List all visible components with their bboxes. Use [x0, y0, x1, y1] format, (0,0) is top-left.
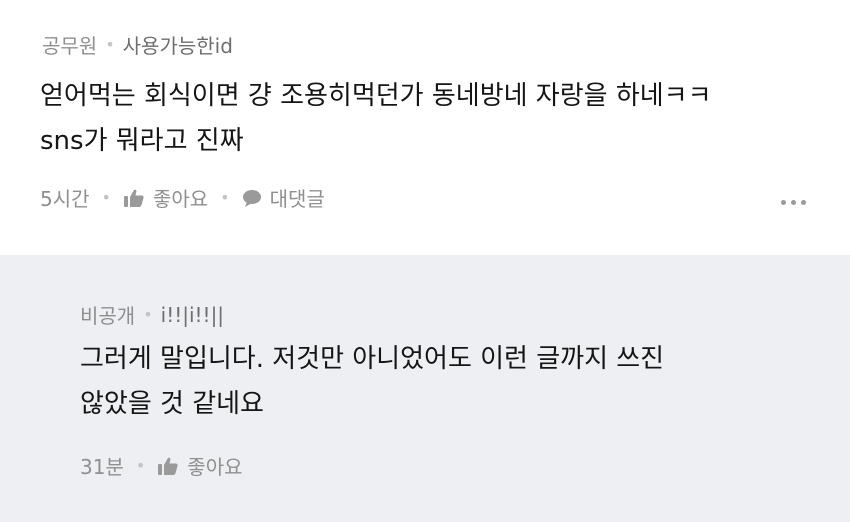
meta-separator: •: [105, 35, 115, 54]
dot: [781, 200, 786, 205]
like-button[interactable]: 좋아요: [123, 183, 208, 212]
comment-actions: 31분 • 좋아요: [80, 451, 243, 480]
reply-comment-item: 비공개 • i!!|i!!|| 그러게 말입니다. 저것만 아니었어도 이런 글…: [0, 255, 850, 522]
more-dots-icon[interactable]: [777, 196, 810, 209]
comment-body: 그러게 말입니다. 저것만 아니었어도 이런 글까지 쓰진 않았을 것 같네요: [80, 337, 664, 427]
meta-separator: •: [143, 305, 153, 324]
thumbs-up-icon: [157, 456, 179, 476]
meta-separator: •: [220, 188, 230, 207]
comment-meta: 공무원 • 사용가능한id: [42, 30, 233, 59]
comment-meta: 비공개 • i!!|i!!||: [80, 300, 224, 329]
comment-body: 얻어먹는 회식이면 걍 조용히먹던가 동네방네 자랑을 하네ㅋㅋ sns가 뭐라…: [40, 74, 712, 164]
author-name: 비공개: [80, 304, 136, 328]
like-label: 좋아요: [152, 187, 209, 211]
comment-line: 않았을 것 같네요: [80, 389, 264, 419]
thumbs-up-icon: [123, 188, 145, 208]
timestamp: 5시간: [40, 187, 90, 211]
comment-line: sns가 뭐라고 진짜: [40, 126, 244, 156]
dot: [801, 200, 806, 205]
speech-bubble-icon: [242, 189, 262, 207]
reply-button[interactable]: 대댓글: [242, 183, 325, 212]
like-label: 좋아요: [187, 455, 243, 479]
comment-item: 공무원 • 사용가능한id 얻어먹는 회식이면 걍 조용히먹던가 동네방네 자랑…: [0, 0, 850, 255]
user-id[interactable]: 사용가능한id: [123, 30, 233, 59]
meta-separator: •: [135, 456, 146, 475]
comment-line: 얻어먹는 회식이면 걍 조용히먹던가 동네방네 자랑을 하네ㅋㅋ: [40, 81, 712, 111]
timestamp: 31분: [80, 455, 124, 479]
user-id[interactable]: i!!|i!!||: [161, 303, 224, 327]
reply-label: 대댓글: [269, 187, 325, 211]
like-button[interactable]: 좋아요: [157, 451, 243, 480]
comment-actions: 5시간 • 좋아요 • 대댓글: [40, 183, 325, 212]
comment-line: 그러게 말입니다. 저것만 아니었어도 이런 글까지 쓰진: [80, 344, 665, 374]
author-name: 공무원: [42, 34, 98, 58]
dot: [791, 200, 796, 205]
meta-separator: •: [101, 188, 111, 207]
